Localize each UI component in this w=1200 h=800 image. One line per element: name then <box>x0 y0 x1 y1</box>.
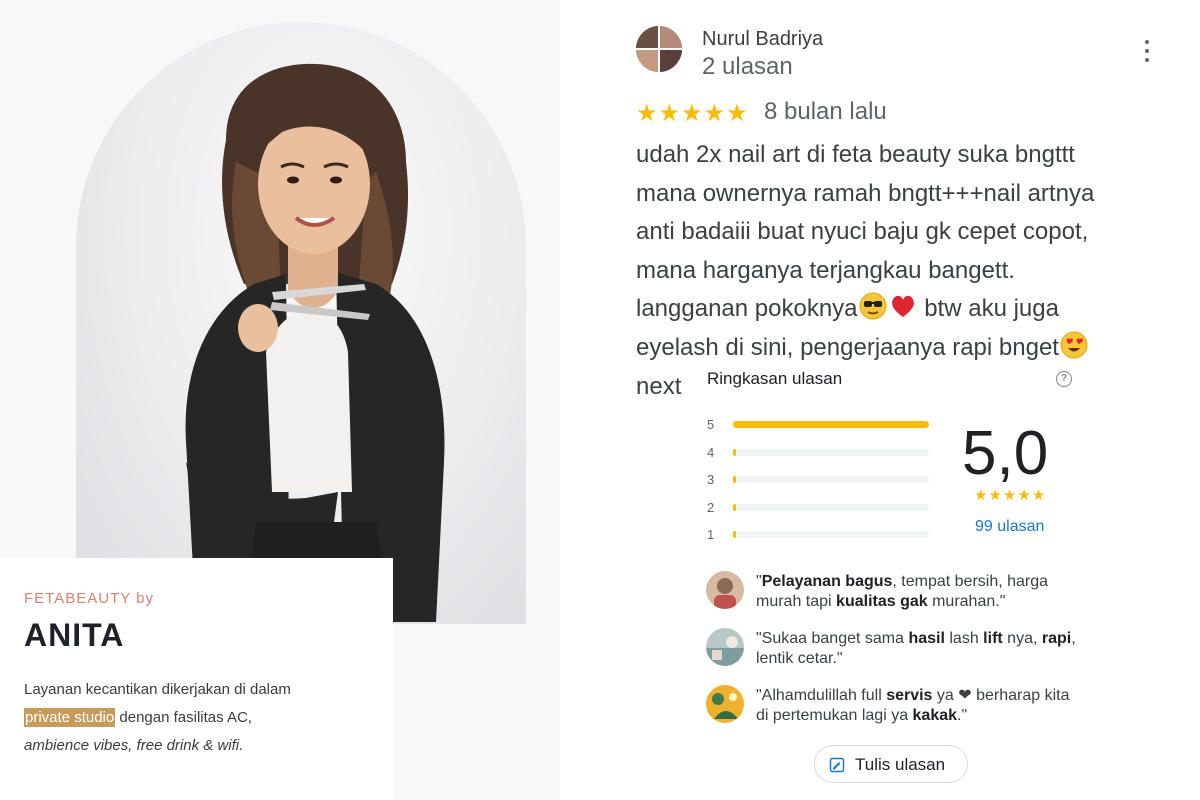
snippet-bold: servis <box>886 687 933 704</box>
rating-bar-label: 1 <box>707 527 715 542</box>
review-line-6-text: eyelash di sini, pengerjaanya rapi bnget <box>636 333 1059 361</box>
review-time: 8 bulan lalu <box>764 98 887 125</box>
red-heart-emoji-icon <box>891 296 914 318</box>
snippet-avatar <box>706 685 744 723</box>
rating-bar-fill <box>733 449 736 456</box>
rating-bar-row[interactable]: 3 <box>707 472 937 487</box>
promo-description: Layanan kecantikan dikerjakan di dalam p… <box>24 676 369 760</box>
rating-bar-fill <box>733 476 736 483</box>
rating-bar-fill <box>733 504 736 511</box>
review-line-2: mana ownernya ramah bngtt+++nail artnya <box>636 179 1095 207</box>
review-line-5: langganan pokoknya btw aku juga <box>636 290 1156 329</box>
heart-eyes-emoji-icon <box>1060 331 1088 359</box>
reviewer-avatar[interactable] <box>636 26 682 72</box>
rating-bar-fill <box>733 531 736 538</box>
snippet-bold: kualitas gak <box>836 593 928 610</box>
rating-bar-fill <box>733 421 929 428</box>
snippet-bold: lift <box>983 630 1003 647</box>
average-score: 5,0 <box>962 419 1049 488</box>
rating-bar-track <box>733 531 929 538</box>
snippet-avatar <box>706 571 744 609</box>
rating-bar-track <box>733 449 929 456</box>
snippet-bold: hasil <box>908 630 945 647</box>
desc-line-2: dengan fasilitas AC, <box>115 709 252 726</box>
rating-bar-label: 2 <box>707 500 715 515</box>
reviewer-review-count: 2 ulasan <box>702 53 793 80</box>
snippet-text-part: "Alhamdulillah full <box>756 687 887 704</box>
review-snippet[interactable]: "Alhamdulillah full servis ya ❤ berharap… <box>706 685 1086 733</box>
black-heart-icon: ❤ <box>958 687 972 704</box>
review-summary-panel: Ringkasan ulasan ? 5 4 3 2 1 5,0 ★★★★★ 9… <box>690 360 1090 800</box>
total-reviews-link[interactable]: 99 ulasan <box>975 518 1044 536</box>
average-stars: ★★★★★ <box>974 487 1047 504</box>
desc-line-3: ambience vibes, free drink & wifi. <box>24 737 244 754</box>
rating-bar-row[interactable]: 1 <box>707 527 937 542</box>
review-snippet[interactable]: "Pelayanan bagus, tempat bersih, harga m… <box>706 571 1086 619</box>
rating-bar-label: 4 <box>707 445 715 460</box>
snippet-text: "Alhamdulillah full servis ya ❤ berharap… <box>756 686 1086 726</box>
help-icon[interactable]: ? <box>1056 371 1072 387</box>
snippet-text-part: ya <box>932 687 959 704</box>
snippet-text: "Sukaa banget sama hasil lash lift nya, … <box>756 629 1086 669</box>
brand-label: FETABEAUTY by <box>24 590 154 607</box>
promo-card: FETABEAUTY by ANITA Layanan kecantikan d… <box>0 558 393 800</box>
rating-bar-label: 3 <box>707 472 715 487</box>
rating-bar-track <box>733 504 929 511</box>
desc-line-1: Layanan kecantikan dikerjakan di dalam <box>24 681 291 698</box>
arch-photo-frame <box>76 22 526 624</box>
owner-name: ANITA <box>24 617 125 653</box>
rating-bar-track <box>733 421 929 428</box>
rating-bar-label: 5 <box>707 417 715 432</box>
snippet-text-part: nya, <box>1002 630 1042 647</box>
rating-bar-row[interactable]: 2 <box>707 500 937 515</box>
summary-title: Ringkasan ulasan <box>707 369 843 388</box>
write-review-label: Tulis ulasan <box>855 755 946 774</box>
write-review-button[interactable]: Tulis ulasan <box>814 745 968 783</box>
rating-bar-track <box>733 476 929 483</box>
snippet-bold: Pelayanan bagus <box>761 573 893 590</box>
snippet-text-part: ." <box>957 707 968 724</box>
desc-highlight: private studio <box>24 708 116 727</box>
owner-portrait-photo <box>185 63 445 624</box>
review-line-5b: btw aku juga <box>917 295 1059 323</box>
promo-panel: FETABEAUTY by ANITA Layanan kecantikan d… <box>0 0 560 800</box>
review-line-3: anti badaiii buat nyuci baju gk cepet co… <box>636 218 1089 246</box>
snippet-bold: kakak <box>912 707 958 724</box>
snippet-text-part: murahan." <box>927 593 1006 610</box>
more-vert-icon[interactable] <box>1138 40 1156 62</box>
snippet-bold: rapi <box>1041 630 1072 647</box>
review-snippet[interactable]: "Sukaa banget sama hasil lash lift nya, … <box>706 628 1086 676</box>
snippet-text: "Pelayanan bagus, tempat bersih, harga m… <box>756 572 1086 612</box>
reviewer-name[interactable]: Nurul Badriya <box>702 28 823 51</box>
snippet-text-part: "Sukaa banget sama <box>756 630 909 647</box>
rating-bar-row[interactable]: 5 <box>707 417 937 432</box>
sunglasses-emoji-icon <box>859 292 887 320</box>
review-line-5a: langganan pokoknya <box>636 295 858 323</box>
rating-bar-row[interactable]: 4 <box>707 445 937 460</box>
review-line-4: mana harganya terjangkau bangett. <box>636 256 1015 284</box>
snippet-avatar <box>706 628 744 666</box>
review-stars: ★★★★★ <box>636 100 749 127</box>
review-line-1: udah 2x nail art di feta beauty suka bng… <box>636 141 1075 168</box>
snippet-text-part: lash <box>944 630 984 647</box>
edit-review-icon <box>829 757 845 773</box>
